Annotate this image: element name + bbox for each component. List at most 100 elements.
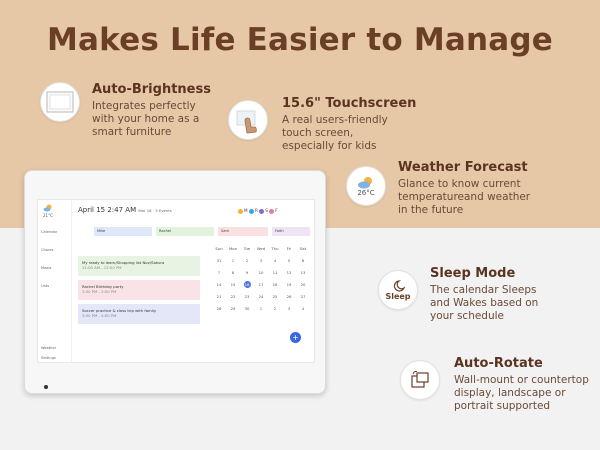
calendar-week-row: 31 1 2 3 4 5 6 <box>212 255 310 267</box>
calendar-weekday: Thu <box>271 246 279 251</box>
event-card[interactable]: Rachel Birthday party 1:00 PM - 2:00 PM <box>78 280 200 300</box>
event-time: 1:00 PM - 2:00 PM <box>82 289 117 294</box>
feature-desc-line: portrait supported <box>454 400 551 412</box>
screen-sidebar-item[interactable]: Weather <box>41 346 56 350</box>
screen-sidebar-item[interactable]: Calendar <box>41 230 57 234</box>
mini-calendar: Sun Mon Tue Wed Thu Fri Sat 31 1 2 3 4 5 6 7 8 9 10 11 12 13… <box>212 243 310 315</box>
rotate-screen-icon <box>400 360 440 400</box>
feature-auto-rotate: Auto-Rotate Wall-mount or countertop dis… <box>454 356 589 413</box>
calendar-day[interactable]: 1 <box>226 255 240 267</box>
calendar-day[interactable]: 3 <box>254 255 268 267</box>
calendar-device: 21°C Calendar Chores Meals Lists Weather… <box>24 170 326 394</box>
calendar-day[interactable]: 29 <box>226 303 240 315</box>
feature-title: Weather Forecast <box>398 160 528 175</box>
add-event-button[interactable]: + <box>290 332 301 343</box>
screen-weather: 21°C <box>43 204 53 218</box>
screen-weather-icon <box>43 204 52 212</box>
feature-desc-line: A real users-friendly <box>282 114 388 126</box>
calendar-day[interactable]: 21 <box>212 291 226 303</box>
category-tab[interactable]: Mike <box>94 227 152 236</box>
feature-desc-line: and Wakes based on <box>430 297 539 309</box>
category-tab[interactable]: Sam <box>218 227 268 236</box>
user-chip[interactable]: S <box>259 208 268 214</box>
calendar-day[interactable]: 6 <box>296 255 310 267</box>
calendar-day[interactable]: 10 <box>254 267 268 279</box>
calendar-day[interactable]: 24 <box>254 291 268 303</box>
event-card[interactable]: My ready to learn/Shopping list Nov/Saku… <box>78 256 200 276</box>
calendar-week-row: 7 8 9 10 11 12 13 <box>212 267 310 279</box>
calendar-today-marker: 16 <box>243 281 251 288</box>
calendar-day[interactable]: 19 <box>282 279 296 291</box>
sleep-icon-label: Sleep <box>385 291 411 301</box>
user-chip[interactable]: M <box>238 208 248 214</box>
calendar-day[interactable]: 13 <box>296 267 310 279</box>
feature-desc-line: your schedule <box>430 310 505 322</box>
camera-dot <box>44 385 48 389</box>
feature-desc-line: with your home as a <box>92 113 200 125</box>
calendar-day[interactable]: 27 <box>296 291 310 303</box>
feature-desc-line: smart furniture <box>92 126 172 138</box>
calendar-day[interactable]: 26 <box>282 291 296 303</box>
feature-weather: Weather Forecast Glance to know current … <box>398 160 530 217</box>
calendar-day[interactable]: 8 <box>226 267 240 279</box>
calendar-weekday: Fri <box>286 246 292 251</box>
feature-title: Sleep Mode <box>430 266 516 281</box>
screen-sidebar: 21°C Calendar Chores Meals Lists Weather… <box>38 200 72 364</box>
calendar-day[interactable]: 5 <box>282 255 296 267</box>
calendar-day[interactable]: 15 <box>226 279 240 291</box>
calendar-weekday: Mon <box>228 246 237 251</box>
calendar-day[interactable]: 18 <box>268 279 282 291</box>
feature-title: Auto-Rotate <box>454 356 543 371</box>
screen-sidebar-item[interactable]: Chores <box>41 248 53 252</box>
calendar-day[interactable]: 9 <box>240 267 254 279</box>
screen-sidebar-item[interactable]: Lists <box>41 284 49 288</box>
calendar-day[interactable]: 14 <box>212 279 226 291</box>
screen-users: M R S F <box>238 208 278 214</box>
calendar-day[interactable]: 3 <box>282 303 296 315</box>
screen-date: April 15 2:47 AM <box>78 206 137 214</box>
moon-icon: Sleep <box>378 270 418 310</box>
feature-desc-line: temperatureand weather <box>398 191 531 203</box>
screen-sidebar-item[interactable]: Meals <box>41 266 51 270</box>
feature-auto-brightness: Auto-Brightness Integrates perfectly wit… <box>92 82 211 139</box>
feature-desc-line: Wall-mount or countertop <box>454 374 589 386</box>
user-dot <box>248 208 254 214</box>
feature-sleep: Sleep Mode The calendar Sleeps and Wakes… <box>430 266 538 323</box>
screen-sidebar-item[interactable]: Settings <box>41 356 56 360</box>
user-chip[interactable]: F <box>269 208 278 214</box>
calendar-day[interactable]: 12 <box>282 267 296 279</box>
calendar-day[interactable]: 30 <box>240 303 254 315</box>
calendar-day[interactable]: 17 <box>254 279 268 291</box>
calendar-day[interactable]: 20 <box>296 279 310 291</box>
event-time: 3:00 PM - 4:00 PM <box>82 313 117 318</box>
calendar-day[interactable]: 25 <box>268 291 282 303</box>
category-tab[interactable]: Rachel <box>156 227 214 236</box>
calendar-day[interactable]: 7 <box>212 267 226 279</box>
user-dot <box>259 208 265 214</box>
calendar-day[interactable]: 31 <box>212 255 226 267</box>
screen-date-sub: Mar 16 · 3 Events <box>138 208 172 213</box>
event-time: 11:00 AM - 12:00 PM <box>82 265 122 270</box>
calendar-week-row: 28 29 30 1 2 3 4 <box>212 303 310 315</box>
calendar-day[interactable]: 23 <box>240 291 254 303</box>
calendar-weekday: Sat <box>299 246 307 251</box>
calendar-day[interactable]: 28 <box>212 303 226 315</box>
calendar-day[interactable]: 11 <box>268 267 282 279</box>
finger-touch-icon <box>228 100 268 140</box>
user-dot <box>238 208 243 214</box>
user-chip[interactable]: R <box>248 208 258 214</box>
calendar-day[interactable]: 2 <box>268 303 282 315</box>
calendar-week-row: 21 22 23 24 25 26 27 <box>212 291 310 303</box>
page-title: Makes Life Easier to Manage <box>46 22 554 58</box>
user-dot <box>269 208 275 214</box>
category-tab[interactable]: Faith <box>272 227 310 236</box>
calendar-day[interactable]: 2 <box>240 255 254 267</box>
screen-weather-temp: 21°C <box>43 213 53 218</box>
calendar-day[interactable]: 16 <box>240 279 254 291</box>
calendar-day[interactable]: 1 <box>254 303 268 315</box>
event-card[interactable]: Soccer practice & class trip with family… <box>78 304 200 324</box>
calendar-day[interactable]: 4 <box>268 255 282 267</box>
calendar-header-row: Sun Mon Tue Wed Thu Fri Sat <box>212 243 310 255</box>
calendar-day[interactable]: 22 <box>226 291 240 303</box>
calendar-day[interactable]: 4 <box>296 303 310 315</box>
